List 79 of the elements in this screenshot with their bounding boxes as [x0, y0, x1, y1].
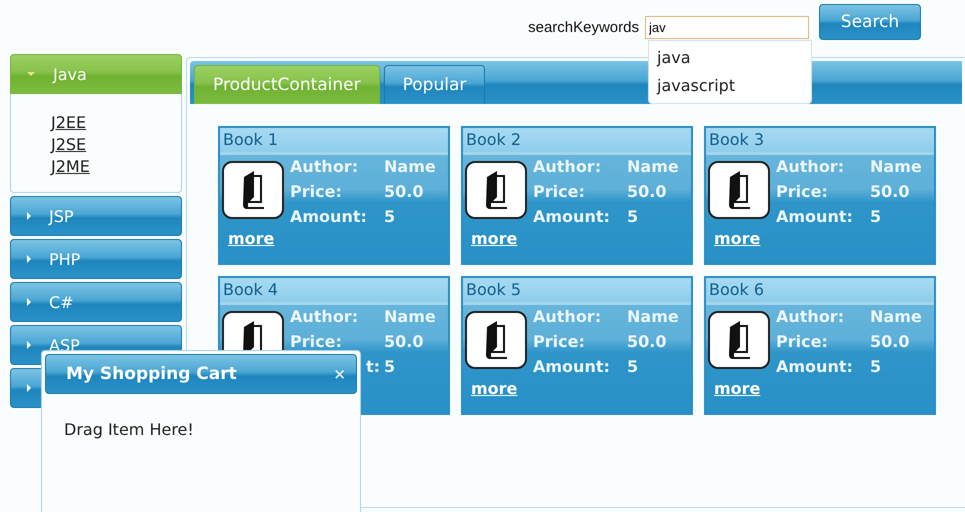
- more-link[interactable]: more: [471, 229, 518, 248]
- search-label: searchKeywords: [528, 18, 639, 36]
- field-value: 50.0: [627, 181, 668, 203]
- book-icon: [708, 311, 770, 369]
- card-title: Book 1: [220, 128, 448, 155]
- caret-down-icon: [27, 72, 35, 76]
- suggestion-item[interactable]: java: [649, 44, 811, 72]
- accordion-header[interactable]: PHP: [10, 239, 182, 279]
- more-link[interactable]: more: [714, 229, 760, 248]
- field-label: Amount:: [776, 206, 854, 228]
- field-label: Author:: [776, 306, 846, 328]
- field-value: Name: [627, 156, 679, 178]
- field-value: 5: [384, 206, 396, 228]
- product-card[interactable]: Book 1 Author: Name Price: 50.0 Amount: 5 more: [218, 126, 450, 265]
- caret-right-icon: [27, 384, 31, 392]
- field-value: 5: [870, 206, 882, 228]
- product-card[interactable]: Book 3 Author: Name Price: 50.0 Amount: 5 more: [704, 126, 936, 265]
- field-label: Price:: [533, 331, 586, 353]
- field-label: Author:: [290, 306, 360, 328]
- card-title: Book 3: [706, 128, 934, 155]
- field-value: 50.0: [870, 181, 910, 203]
- nav-link[interactable]: J2ME: [51, 156, 90, 178]
- product-card[interactable]: Book 6 Author: Name Price: 50.0 Amount: 5 more: [704, 276, 936, 415]
- field-label: Author:: [290, 156, 360, 178]
- field-value: 50.0: [627, 331, 668, 353]
- field-label: Author:: [776, 156, 846, 178]
- field-value: 50.0: [870, 331, 910, 353]
- field-label: Price:: [776, 181, 829, 203]
- search-button[interactable]: Search: [819, 4, 921, 40]
- tab[interactable]: Popular: [384, 65, 486, 104]
- caret-right-icon: [27, 298, 31, 306]
- card-title: Book 2: [463, 128, 691, 155]
- product-card[interactable]: Book 5 Author: Name Price: 50.0 Amount: 5 more: [461, 276, 693, 415]
- suggestion-item[interactable]: javascript: [649, 72, 811, 100]
- field-value: Name: [384, 156, 436, 178]
- more-link[interactable]: more: [471, 379, 518, 398]
- book-icon: [465, 311, 527, 369]
- book-icon: [708, 161, 770, 219]
- nav-link[interactable]: J2SE: [51, 134, 86, 156]
- field-label: Price:: [533, 181, 586, 203]
- field-label: Amount:: [290, 206, 368, 228]
- close-button[interactable]: ×: [333, 365, 346, 383]
- field-label: t:: [366, 356, 380, 378]
- product-card[interactable]: Book 2 Author: Name Price: 50.0 Amount: 5 more: [461, 126, 693, 265]
- search-field[interactable]: jav: [645, 16, 809, 38]
- caret-right-icon: [27, 341, 31, 349]
- card-title: Book 4: [220, 278, 448, 305]
- card-title: Book 6: [706, 278, 934, 305]
- caret-right-icon: [27, 255, 31, 263]
- nav-link[interactable]: J2EE: [51, 112, 86, 134]
- field-label: Amount:: [533, 206, 611, 228]
- accordion-header[interactable]: C#: [10, 282, 182, 322]
- accordion-header[interactable]: JSP: [10, 196, 182, 236]
- field-value: Name: [870, 156, 922, 178]
- field-value: 50.0: [384, 331, 424, 353]
- field-label: Price:: [776, 331, 829, 353]
- field-label: Amount:: [776, 356, 854, 378]
- field-label: Price:: [290, 181, 343, 203]
- drop-hint: Drag Item Here!: [64, 420, 194, 439]
- field-value: 5: [627, 206, 640, 228]
- caret-right-icon: [27, 212, 31, 220]
- more-link[interactable]: more: [714, 379, 760, 398]
- field-label: Author:: [533, 306, 602, 328]
- field-label: Amount:: [533, 356, 611, 378]
- book-icon: [465, 161, 527, 219]
- field-value: 5: [870, 356, 882, 378]
- field-label: Author:: [533, 156, 602, 178]
- book-icon: [222, 161, 284, 219]
- field-label: Price:: [290, 331, 343, 353]
- more-link[interactable]: more: [228, 229, 274, 248]
- field-value: 5: [384, 356, 396, 378]
- card-title: Book 5: [463, 278, 691, 305]
- field-value: 50.0: [384, 181, 424, 203]
- accordion-header[interactable]: Java: [10, 54, 182, 94]
- field-value: 5: [627, 356, 640, 378]
- field-value: Name: [627, 306, 679, 328]
- tab[interactable]: ProductContainer: [194, 65, 380, 104]
- field-value: Name: [384, 306, 436, 328]
- field-value: Name: [870, 306, 922, 328]
